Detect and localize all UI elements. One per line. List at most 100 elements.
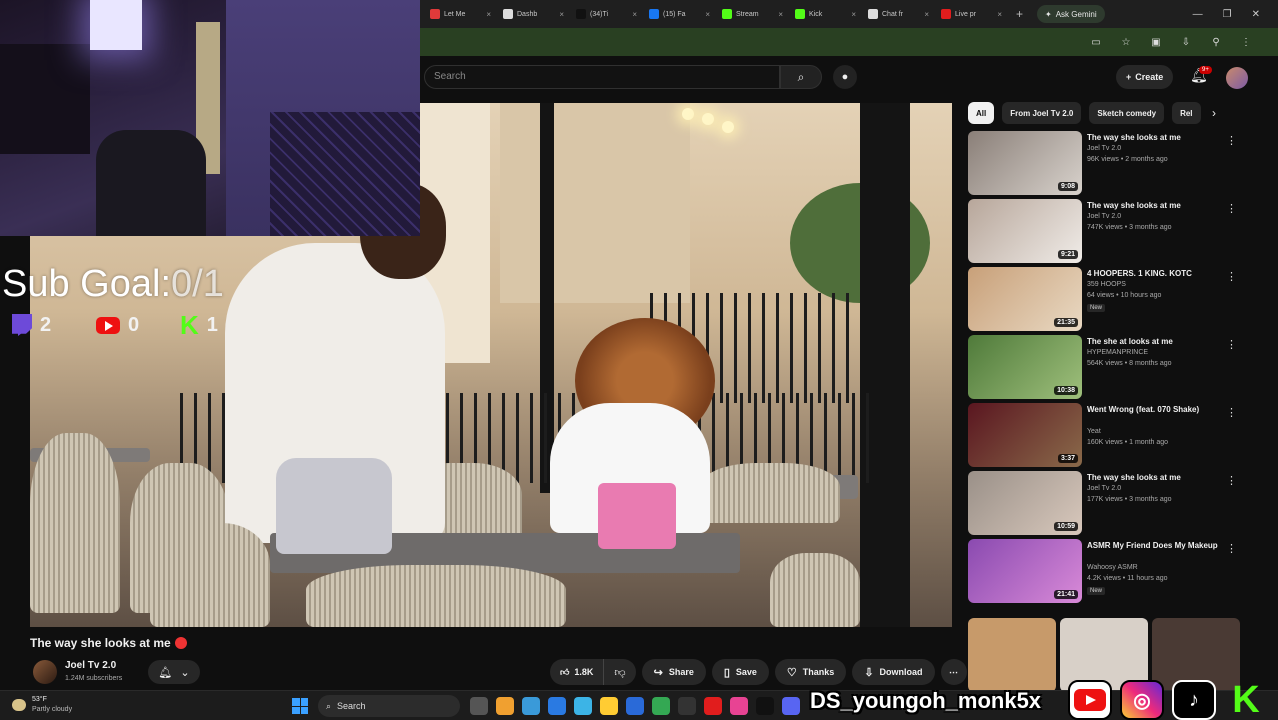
dislike-button[interactable]: 👎︎: [604, 659, 635, 685]
taskbar-app-icon[interactable]: [574, 697, 592, 715]
recommendation-item[interactable]: 3:37 Went Wrong (feat. 070 Shake) Yeat 160K…: [968, 402, 1258, 470]
recommendation-channel[interactable]: HYPEMANPRINCE: [1087, 349, 1148, 356]
search-button[interactable]: ⌕: [780, 65, 822, 89]
download-button[interactable]: ⇩ Download: [852, 659, 935, 685]
create-button[interactable]: + Create: [1116, 65, 1174, 89]
close-tab-icon[interactable]: ×: [486, 10, 491, 19]
recommendation-item[interactable]: 9:21 The way she looks at me Joel Tv 2.0 74…: [968, 198, 1258, 266]
ask-gemini-button[interactable]: ✦ Ask Gemini: [1037, 5, 1105, 23]
recommendation-channel[interactable]: Yeat: [1087, 428, 1101, 435]
browser-tab[interactable]: Chat fr ×: [862, 3, 935, 25]
new-tab-button[interactable]: +: [1008, 7, 1031, 21]
windows-start-icon[interactable]: [292, 698, 308, 714]
filter-chip[interactable]: Sketch comedy: [1089, 102, 1165, 124]
recommendation-channel[interactable]: Joel Tv 2.0: [1087, 213, 1121, 220]
browser-menu-icon[interactable]: ⋮: [1240, 37, 1252, 48]
channel-avatar[interactable]: [33, 660, 57, 684]
video-thumbnail[interactable]: 21:35: [968, 267, 1082, 331]
browser-tab[interactable]: (34)Ti ×: [570, 3, 643, 25]
share-button[interactable]: ↪ Share: [641, 659, 706, 685]
close-tab-icon[interactable]: ×: [705, 10, 710, 19]
recommendation-title[interactable]: Went Wrong (feat. 070 Shake): [1087, 404, 1227, 415]
taskbar-app-icon[interactable]: [678, 697, 696, 715]
extensions-icon[interactable]: ⚲: [1210, 37, 1222, 48]
more-options-icon[interactable]: ⋮: [1226, 134, 1237, 147]
sub-goal-overlay: Sub Goal:0/1: [2, 263, 224, 306]
taskbar-app-icon[interactable]: [782, 697, 800, 715]
close-tab-icon[interactable]: ×: [559, 10, 564, 19]
recommendation-channel[interactable]: Wahoosy ASMR: [1087, 564, 1138, 571]
taskbar-search[interactable]: ⌕ Search: [318, 695, 460, 717]
video-thumbnail[interactable]: 21:41: [968, 539, 1082, 603]
taskbar-app-icon[interactable]: [704, 697, 722, 715]
more-options-icon[interactable]: ⋮: [1226, 338, 1237, 351]
more-actions-button[interactable]: ⋯: [940, 659, 967, 685]
video-thumbnail[interactable]: 3:37: [968, 403, 1082, 467]
taskbar-app-icon[interactable]: [600, 697, 618, 715]
browser-tab[interactable]: Dashb ×: [497, 3, 570, 25]
more-options-icon[interactable]: ⋮: [1226, 270, 1237, 283]
channel-name[interactable]: Joel Tv 2.0: [65, 660, 116, 671]
taskbar-app-icon[interactable]: [522, 697, 540, 715]
taskbar-app-icon[interactable]: [756, 697, 774, 715]
taskbar-app-icon[interactable]: [548, 697, 566, 715]
close-tab-icon[interactable]: ×: [778, 10, 783, 19]
bookmark-star-icon[interactable]: ☆: [1120, 37, 1132, 48]
video-thumbnail[interactable]: 10:59: [968, 471, 1082, 535]
voice-search-button[interactable]: ●: [833, 65, 857, 89]
close-window-button[interactable]: ✕: [1252, 9, 1260, 20]
like-button[interactable]: 👍︎ 1.8K: [550, 659, 605, 685]
search-input[interactable]: Search: [424, 65, 780, 89]
recommendation-title[interactable]: The she at looks at me: [1087, 336, 1227, 347]
chevron-right-icon[interactable]: ›: [1212, 106, 1216, 120]
taskbar-app-icon[interactable]: [730, 697, 748, 715]
recommendation-title[interactable]: The way she looks at me: [1087, 200, 1227, 211]
taskbar-app-icon[interactable]: [496, 697, 514, 715]
thanks-button[interactable]: ♡ Thanks: [774, 659, 847, 685]
browser-tab[interactable]: Live pr ×: [935, 3, 1008, 25]
recommendation-title[interactable]: The way she looks at me: [1087, 472, 1227, 483]
close-tab-icon[interactable]: ×: [924, 10, 929, 19]
close-tab-icon[interactable]: ×: [632, 10, 637, 19]
video-thumbnail[interactable]: 9:21: [968, 199, 1082, 263]
more-options-icon[interactable]: ⋮: [1226, 406, 1237, 419]
recommendation-item[interactable]: 10:59 The way she looks at me Joel Tv 2.0 1…: [968, 470, 1258, 538]
more-options-icon[interactable]: ⋮: [1226, 202, 1237, 215]
cast-icon[interactable]: ▭: [1090, 37, 1102, 48]
recommendation-channel[interactable]: Joel Tv 2.0: [1087, 485, 1121, 492]
more-options-icon[interactable]: ⋮: [1226, 474, 1237, 487]
subscription-bell-button[interactable]: 🔔︎ ⌄: [148, 660, 200, 684]
browser-tab[interactable]: Kick ×: [789, 3, 862, 25]
recommendation-title[interactable]: The way she looks at me: [1087, 132, 1227, 143]
filter-chip[interactable]: Rel: [1172, 102, 1201, 124]
account-avatar[interactable]: [1226, 67, 1248, 89]
taskbar-app-icon[interactable]: [652, 697, 670, 715]
recommendation-item[interactable]: 9:08 The way she looks at me Joel Tv 2.0 96…: [968, 130, 1258, 198]
taskbar-app-icon[interactable]: [626, 697, 644, 715]
recommendation-item[interactable]: 10:38 The she at looks at me HYPEMANPRINCE…: [968, 334, 1258, 402]
recommendation-item[interactable]: 21:41 ASMR My Friend Does My Makeup Wahoos…: [968, 538, 1258, 606]
browser-tab[interactable]: Stream ×: [716, 3, 789, 25]
recommendation-channel[interactable]: 359 HOOPS: [1087, 281, 1126, 288]
sidepanel-icon[interactable]: ▣: [1150, 37, 1162, 48]
video-thumbnail[interactable]: 9:08: [968, 131, 1082, 195]
browser-tab[interactable]: Let Me ×: [424, 3, 497, 25]
video-thumbnail[interactable]: 10:38: [968, 335, 1082, 399]
filter-chip[interactable]: From Joel Tv 2.0: [1002, 102, 1082, 124]
taskbar-app-icon[interactable]: [470, 697, 488, 715]
recommendation-title[interactable]: ASMR My Friend Does My Makeup: [1087, 540, 1227, 551]
close-tab-icon[interactable]: ×: [997, 10, 1002, 19]
recommendation-channel[interactable]: Joel Tv 2.0: [1087, 145, 1121, 152]
save-button[interactable]: ▯ Save: [711, 659, 769, 685]
browser-tab[interactable]: (15) Fa ×: [643, 3, 716, 25]
recommendation-title[interactable]: 4 HOOPERS. 1 KING. KOTC: [1087, 268, 1227, 279]
close-tab-icon[interactable]: ×: [851, 10, 856, 19]
short-thumbnail[interactable]: [968, 618, 1056, 692]
downloads-icon[interactable]: ⇩: [1180, 37, 1192, 48]
minimize-button[interactable]: —: [1193, 9, 1203, 20]
weather-widget[interactable]: 53°F Partly cloudy: [12, 695, 72, 715]
recommendation-item[interactable]: 21:35 4 HOOPERS. 1 KING. KOTC 359 HOOPS 64 …: [968, 266, 1258, 334]
filter-chip[interactable]: All: [968, 102, 995, 124]
restore-button[interactable]: ❐: [1223, 9, 1232, 20]
more-options-icon[interactable]: ⋮: [1226, 542, 1237, 555]
